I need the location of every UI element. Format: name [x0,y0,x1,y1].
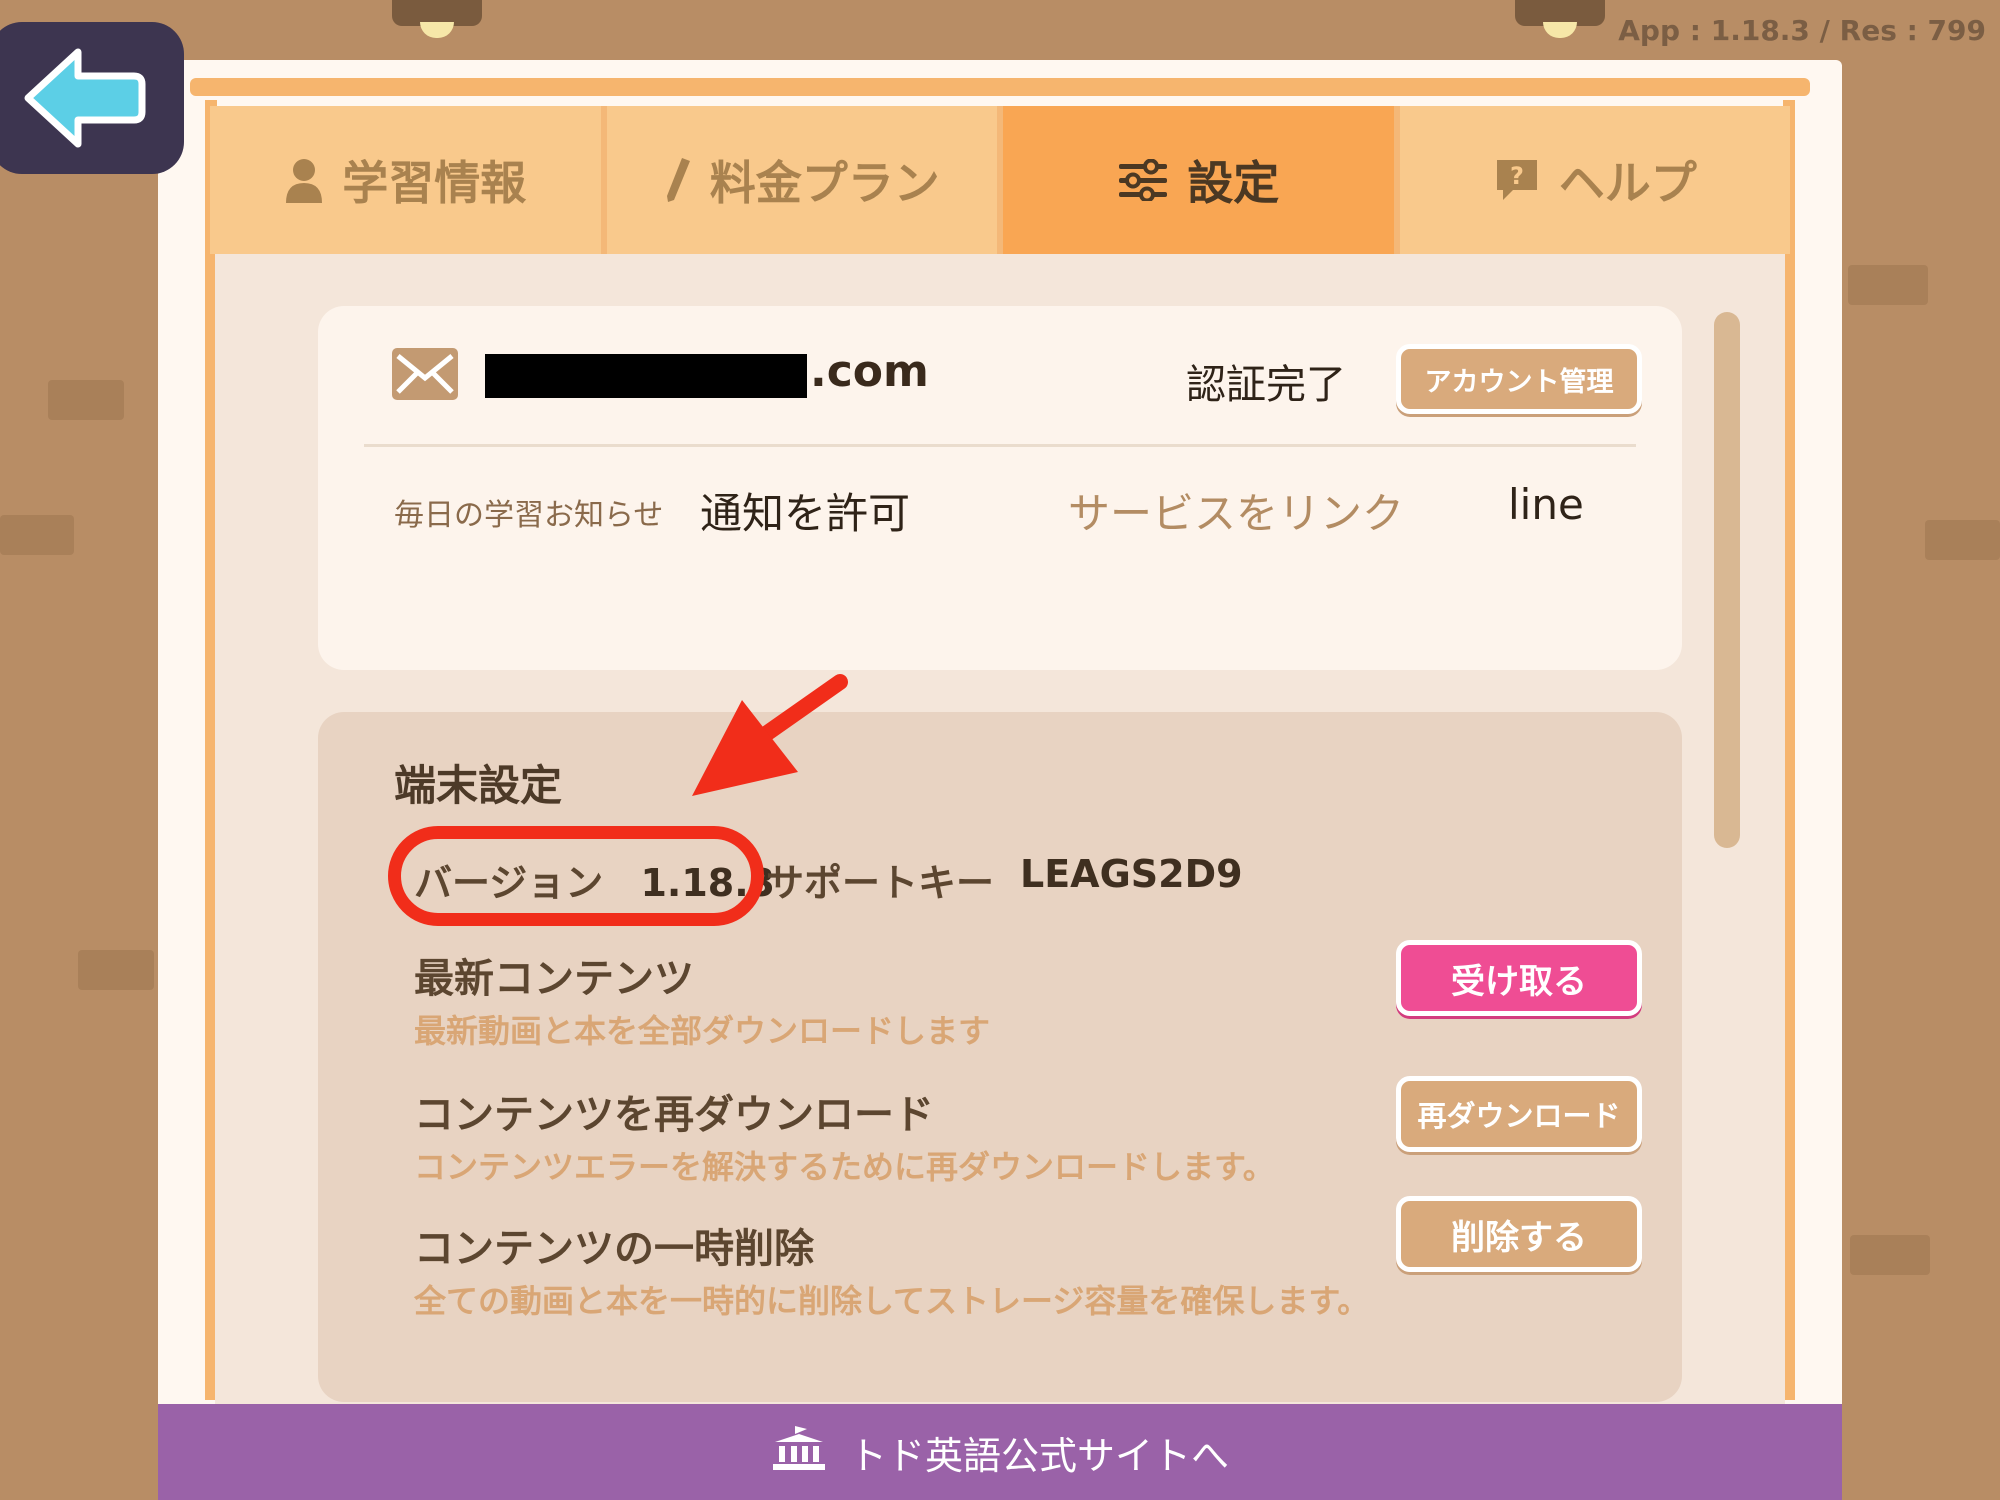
back-button[interactable] [0,22,184,174]
account-management-button[interactable]: アカウント管理 [1396,344,1642,414]
scrollbar[interactable] [1714,312,1740,848]
section-title-device-settings: 端末設定 [394,761,563,810]
tab-label: 設定 [1187,156,1280,210]
redownload-title: コンテンツを再ダウンロード [414,1092,934,1138]
sliders-icon [1117,159,1169,201]
app-version-label: App : 1.18.3 / Res : 799 [1618,14,1986,47]
panel-frame [190,78,1810,96]
tab-label: 料金プラン [709,156,940,210]
verification-status: 認証完了 [1186,362,1346,408]
svg-text:?: ? [1510,162,1524,190]
ceiling-lamp [392,0,482,38]
building-icon [771,1424,827,1481]
redownload-desc: コンテンツエラーを解決するために再ダウンロードします。 [414,1148,1275,1186]
daily-notification-label: 毎日の学習お知らせ [394,498,664,533]
mail-icon [392,348,458,404]
footer-label: トド英語公式サイトへ [848,1433,1229,1478]
allow-notification-toggle[interactable]: 通知を許可 [700,480,910,541]
email-suffix: .com [810,346,929,397]
tab-label: ヘルプ [1558,156,1697,210]
tab-bar: 学習情報 料金プラン 設定 ? ヘルプ [210,106,1790,254]
tab-help[interactable]: ? ヘルプ [1399,106,1790,254]
wall-brick [48,380,124,420]
tab-label: 学習情報 [342,156,527,210]
wall-brick [1850,1235,1930,1275]
temporary-delete-title: コンテンツの一時削除 [414,1226,814,1272]
official-site-link[interactable]: トド英語公式サイトへ [158,1404,1842,1500]
wall-brick [78,950,154,990]
person-icon [284,157,324,203]
linked-service-line[interactable]: line [1508,480,1584,529]
support-key-label: サポートキー [766,861,995,905]
divider [364,444,1636,447]
temporary-delete-desc: 全ての動画と本を一時的に削除してストレージ容量を確保します。 [414,1282,1370,1320]
highlight-circle [388,826,764,926]
ceiling-lamp [1515,0,1605,38]
wall-brick [1848,265,1928,305]
tab-learning-info[interactable]: 学習情報 [210,106,607,254]
wall-brick [1925,520,2000,560]
delete-button[interactable]: 削除する [1396,1196,1642,1272]
service-link-label: サービスをリンク [1068,489,1405,538]
wall-brick [0,515,74,555]
tab-settings[interactable]: 設定 [1003,106,1400,254]
latest-content-desc: 最新動画と本を全部ダウンロードします [414,1012,991,1050]
red-arrow-icon [692,674,848,796]
redacted-email [485,354,807,398]
back-arrow-icon [24,48,146,148]
support-key-value: LEAGS2D9 [1020,852,1243,896]
pencil-icon [664,156,692,204]
tab-pricing-plan[interactable]: 料金プラン [606,106,1003,254]
latest-content-title: 最新コンテンツ [414,956,694,1002]
receive-button[interactable]: 受け取る [1396,940,1642,1016]
redownload-button[interactable]: 再ダウンロード [1396,1076,1642,1152]
help-icon: ? [1493,156,1541,204]
